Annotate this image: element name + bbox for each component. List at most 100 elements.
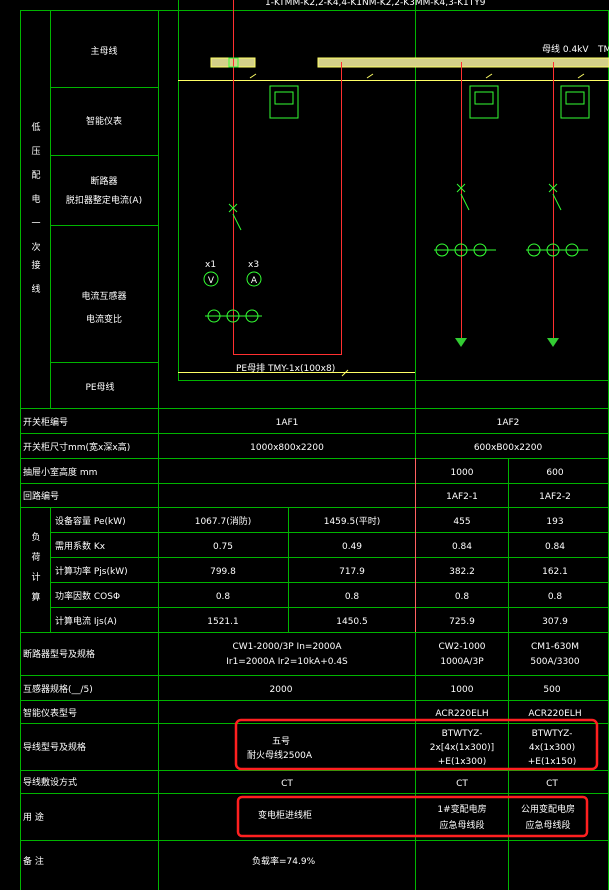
row-label-kx: 需用系数 Kx [55,540,106,552]
cell-ct: 2000 [270,685,293,695]
row-label-cable: 导线型号及规格 [23,741,86,753]
cell-kx: 0.84 [545,542,565,552]
cell-breaker: CW1-2000/3P In=2000A [232,642,342,652]
row-label-drawer-size: 抽屉小室高度 mm [23,466,97,478]
cell-cable: 耐火母线2500A [247,749,313,761]
ct-ratio-heading: 电流变比 [86,313,122,325]
cell-ijs: 307.9 [542,617,568,627]
cell-remarks: 负载率=74.9% [252,855,316,867]
calc-heading-char: 负 [31,531,40,543]
row-label-pe: 设备容量 Pe(kW) [55,515,126,527]
cell-ijs: 1450.5 [336,617,368,627]
cell-usage: 应急母线段 [525,819,570,831]
main-busbar-heading: 主母线 [90,45,117,57]
cell-pjs: 799.8 [210,567,236,577]
cell-breaker: 500A/3300 [530,657,580,667]
heading-char: 线 [31,283,40,295]
smart-meter-icon [269,85,299,119]
cell-ijs: 725.9 [449,617,475,627]
row-label-ijs: 计算电流 Ijs(A) [55,615,117,627]
cell-laying: CT [546,779,558,789]
cell-cable: BTWTYZ- [532,729,573,739]
cell-breaker: CW2-1000 [438,642,485,652]
cell-meter: ACR220ELH [435,709,488,719]
heading-char: 接 [31,259,40,271]
heading-char: 次 [31,241,40,253]
cell-usage: 变电柜进线柜 [258,809,312,821]
cell-cabinet-size: 1000x800x2200 [250,443,324,453]
cable-terminal-icon [547,338,559,347]
ammeter-label: x3 [248,260,259,270]
cell-cable: 五号 [272,736,290,747]
cell-breaker: Ir1=2000A Ir2=10kA+0.4S [226,657,348,667]
cell-laying: CT [281,779,293,789]
ct-heading: 电流互感器 [81,290,126,302]
pe-busbar-heading: PE母线 [85,381,114,393]
row-label-cos: 功率因数 COSΦ [55,590,120,602]
cell-kx: 0.75 [213,542,233,552]
heading-char: 电 [31,193,40,205]
row-label-usage: 用 途 [23,811,44,823]
cell-cable: +E(1x300) [438,757,486,767]
cell-kx: 0.84 [452,542,472,552]
calc-heading-char: 计 [31,571,40,583]
row-label-meter-type: 智能仪表型号 [23,707,77,719]
heading-char: 压 [31,146,40,157]
cell-cos: 0.8 [345,592,360,602]
row-label-breaker: 断路器型号及规格 [23,648,95,660]
cell-cabinet-size: 600xB00x2200 [474,443,543,453]
cell-pe: 193 [546,517,563,527]
voltmeter-symbol: V [208,276,215,286]
row-label-laying: 导线敷设方式 [23,776,77,788]
row-label-cabinet-size: 开关柜尺寸mm(宽x深x高) [23,441,130,453]
cell-circuit: 1AF2-2 [539,492,571,502]
cell-cos: 0.8 [216,592,231,602]
voltmeter-label: x1 [205,260,216,270]
breaker-contact [232,213,242,231]
cell-meter: ACR220ELH [528,709,581,719]
row-label-circuit-no: 回路编号 [23,490,59,502]
meter-1af1 [269,85,299,119]
smart-meter-heading: 智能仪表 [86,115,122,127]
calc-heading-char: 荷 [31,552,40,563]
cell-cabinet-no: 1AF2 [497,418,520,428]
cell-usage: 1#变配电房 [437,803,486,815]
cell-laying: CT [456,779,468,789]
tick-mark [577,73,585,79]
cell-pe: 1067.7(消防) [195,515,252,527]
cell-usage: 公用变配电房 [521,803,575,815]
cell-pjs: 717.9 [339,567,365,577]
left-section-heading: 低 压 配 电 一 次 接 线 [31,121,40,295]
cell-cos: 0.8 [455,592,470,602]
breaker-heading: 断路器 [90,175,117,187]
busbar-segment-right [317,57,609,68]
calc-heading-char: 算 [31,591,40,603]
heading-char: 低 [31,121,40,133]
cell-cabinet-no: 1AF1 [276,418,299,428]
cell-ct: 1000 [451,685,474,695]
heading-char: 配 [31,170,40,181]
row-label-ct: 互感器规格(__/5) [23,683,93,695]
cell-drawer: 1000 [451,468,474,478]
cell-pjs: 382.2 [449,567,475,577]
cell-kx: 0.49 [342,542,362,552]
smart-meter-icon [469,85,499,119]
cell-pjs: 162.1 [542,567,568,577]
smart-meter-icon [560,85,590,119]
tick-mark [249,73,257,79]
tick-mark [366,73,374,79]
cell-cable: 2x[4x(1x300)] [430,743,494,753]
bus-label-right: TM [597,45,609,55]
pe-bus-label: PE母排 TMY-1x(100x8) [236,362,335,374]
cell-cable: 4x(1x300) [529,743,575,753]
breaker-setting-heading: 脱扣器整定电流(A) [66,194,142,206]
cell-usage: 应急母线段 [439,819,484,831]
meter-screen [274,91,294,105]
tick-mark [485,73,493,79]
single-line-diagram: x1 V x3 A 1-KTMM-K2,2-K4,4-K1NM-K2,2-K3M… [20,0,609,890]
diagram-title: 1-KTMM-K2,2-K4,4-K1NM-K2,2-K3MM-K4,3-K1T… [265,0,486,8]
cell-circuit: 1AF2-1 [446,492,478,502]
cell-cable: +E(1x150) [528,757,576,767]
bus-voltage-label: 母线 0.4kV [542,43,589,55]
cell-pe: 455 [453,517,470,527]
